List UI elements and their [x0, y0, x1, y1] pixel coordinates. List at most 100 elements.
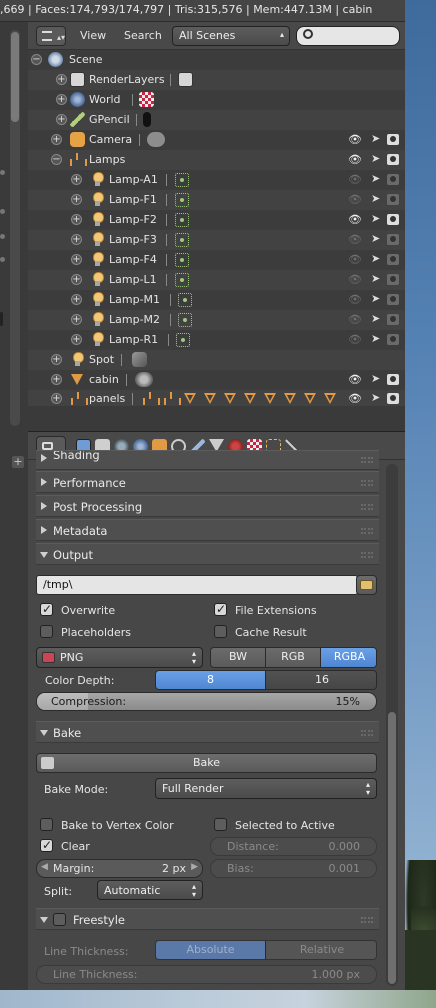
- panel-shading-header[interactable]: Shading: [36, 450, 379, 470]
- renderable-camera-icon[interactable]: [387, 174, 399, 185]
- file-format-dropdown[interactable]: PNG ▴ ▾: [36, 647, 203, 668]
- outliner-row-world[interactable]: + World: [28, 90, 405, 110]
- distance-field[interactable]: Distance: 0.000: [210, 837, 377, 856]
- overwrite-checkbox[interactable]: [40, 602, 53, 616]
- outliner-row-lamp[interactable]: + Lamp-M1 👁 ➤: [28, 290, 405, 310]
- color-depth-8[interactable]: 8: [156, 671, 266, 689]
- renderable-camera-icon[interactable]: [387, 154, 399, 165]
- expand-icon[interactable]: +: [51, 393, 62, 404]
- color-mode-bw[interactable]: BW: [211, 648, 266, 667]
- bake-to-vertex-color-checkbox[interactable]: [40, 818, 53, 831]
- line-thickness-absolute[interactable]: Absolute: [156, 941, 266, 959]
- visibility-eye-icon[interactable]: 👁: [348, 274, 362, 285]
- bias-field[interactable]: Bias: 0.001: [210, 859, 377, 878]
- expand-icon[interactable]: +: [56, 94, 67, 105]
- panel-grip-icon[interactable]: [361, 457, 373, 463]
- outliner-row-lamp[interactable]: + Lamp-L1 👁 ➤: [28, 270, 405, 290]
- expand-icon[interactable]: +: [56, 114, 67, 125]
- panel-metadata-header[interactable]: Metadata: [36, 519, 379, 541]
- visibility-eye-icon[interactable]: 👁: [348, 134, 362, 145]
- visibility-eye-icon[interactable]: 👁: [348, 334, 362, 345]
- outliner-row-camera[interactable]: + Camera 👁 ➤: [28, 130, 405, 150]
- placeholders-checkbox[interactable]: [40, 625, 53, 638]
- selectable-cursor-icon[interactable]: ➤: [371, 153, 381, 165]
- panel-grip-icon[interactable]: [361, 480, 373, 486]
- collapse-icon[interactable]: −: [51, 154, 62, 165]
- selectable-cursor-icon[interactable]: ➤: [371, 213, 381, 225]
- output-path-field[interactable]: /tmp\: [36, 575, 358, 595]
- outliner-row-lamp[interactable]: + Lamp-F2 👁 ➤: [28, 210, 405, 230]
- outliner-row-spot[interactable]: + Spot: [28, 350, 405, 370]
- color-depth-16[interactable]: 16: [266, 671, 376, 689]
- selectable-cursor-icon[interactable]: ➤: [371, 233, 381, 245]
- expand-icon[interactable]: +: [71, 194, 82, 205]
- panel-post-processing-header[interactable]: Post Processing: [36, 495, 379, 517]
- renderable-camera-icon[interactable]: [387, 234, 399, 245]
- display-mode-dropdown[interactable]: All Scenes ▴: [172, 26, 290, 46]
- outliner-row-lamp[interactable]: + Lamp-F4 👁 ➤: [28, 250, 405, 270]
- collapse-icon[interactable]: −: [31, 54, 42, 65]
- color-mode-rgb[interactable]: RGB: [266, 648, 321, 667]
- decrement-arrow-icon[interactable]: ◀: [41, 862, 48, 872]
- panel-freestyle-header[interactable]: Freestyle: [36, 908, 379, 930]
- outliner-row-renderlayers[interactable]: + RenderLayers: [28, 70, 405, 90]
- panel-performance-header[interactable]: Performance: [36, 471, 379, 493]
- visibility-eye-icon[interactable]: 👁: [348, 314, 362, 325]
- selected-to-active-checkbox[interactable]: [214, 818, 227, 831]
- cache-result-checkbox[interactable]: [214, 625, 227, 638]
- expand-icon[interactable]: +: [51, 354, 62, 365]
- line-thickness-field[interactable]: Line Thickness: 1.000 px: [36, 965, 377, 984]
- visibility-eye-icon[interactable]: 👁: [348, 234, 362, 245]
- selectable-cursor-icon[interactable]: ➤: [371, 313, 381, 325]
- expand-icon[interactable]: +: [51, 374, 62, 385]
- expand-icon[interactable]: +: [71, 314, 82, 325]
- bake-button[interactable]: Bake: [36, 753, 377, 773]
- visibility-eye-icon[interactable]: 👁: [348, 154, 362, 165]
- outliner-row-gpencil[interactable]: + GPencil: [28, 110, 405, 130]
- renderable-camera-icon[interactable]: [387, 194, 399, 205]
- file-extensions-checkbox[interactable]: [214, 602, 227, 616]
- compression-slider[interactable]: Compression: 15%: [36, 692, 377, 711]
- color-mode-rgba[interactable]: RGBA: [321, 648, 376, 667]
- renderable-camera-icon[interactable]: [387, 393, 399, 404]
- renderable-camera-icon[interactable]: [387, 334, 399, 345]
- expand-icon[interactable]: +: [71, 254, 82, 265]
- visibility-eye-icon[interactable]: 👁: [348, 214, 362, 225]
- split-dropdown[interactable]: Automatic ▴ ▾: [97, 880, 203, 900]
- visibility-eye-icon[interactable]: 👁: [348, 393, 362, 404]
- visibility-eye-icon[interactable]: 👁: [348, 374, 362, 385]
- expand-icon[interactable]: +: [51, 134, 62, 145]
- visibility-eye-icon[interactable]: 👁: [348, 254, 362, 265]
- outliner-row-cabin[interactable]: + cabin 👁 ➤: [28, 370, 405, 390]
- selectable-cursor-icon[interactable]: ➤: [371, 253, 381, 265]
- renderable-camera-icon[interactable]: [387, 254, 399, 265]
- outliner-row-lamp[interactable]: + Lamp-A1 👁 ➤: [28, 170, 405, 190]
- properties-scrollbar-thumb[interactable]: [388, 712, 396, 984]
- left-scrollbar-thumb[interactable]: [11, 32, 19, 122]
- outliner-row-lamps[interactable]: − Lamps 👁 ➤: [28, 150, 405, 170]
- selectable-cursor-icon[interactable]: ➤: [371, 333, 381, 345]
- expand-icon[interactable]: +: [71, 174, 82, 185]
- area-divider[interactable]: [28, 406, 405, 432]
- selectable-cursor-icon[interactable]: ➤: [371, 273, 381, 285]
- search-input[interactable]: [296, 26, 400, 46]
- renderable-camera-icon[interactable]: [387, 314, 399, 325]
- selectable-cursor-icon[interactable]: ➤: [371, 133, 381, 145]
- file-browse-button[interactable]: [356, 575, 377, 595]
- selectable-cursor-icon[interactable]: ➤: [371, 173, 381, 185]
- margin-field[interactable]: ◀ Margin: 2 px ▶: [36, 859, 203, 878]
- renderable-camera-icon[interactable]: [387, 214, 399, 225]
- selectable-cursor-icon[interactable]: ➤: [371, 293, 381, 305]
- selectable-cursor-icon[interactable]: ➤: [371, 392, 381, 404]
- outliner-row-scene[interactable]: − Scene: [28, 50, 405, 70]
- line-thickness-relative[interactable]: Relative: [266, 941, 376, 959]
- selectable-cursor-icon[interactable]: ➤: [371, 373, 381, 385]
- renderable-camera-icon[interactable]: [387, 294, 399, 305]
- expand-icon[interactable]: +: [71, 274, 82, 285]
- panel-grip-icon[interactable]: [361, 504, 373, 510]
- expand-icon[interactable]: +: [71, 214, 82, 225]
- expand-icon[interactable]: +: [71, 334, 82, 345]
- visibility-eye-icon[interactable]: 👁: [348, 294, 362, 305]
- panel-bake-header[interactable]: Bake: [36, 721, 379, 743]
- renderable-camera-icon[interactable]: [387, 374, 399, 385]
